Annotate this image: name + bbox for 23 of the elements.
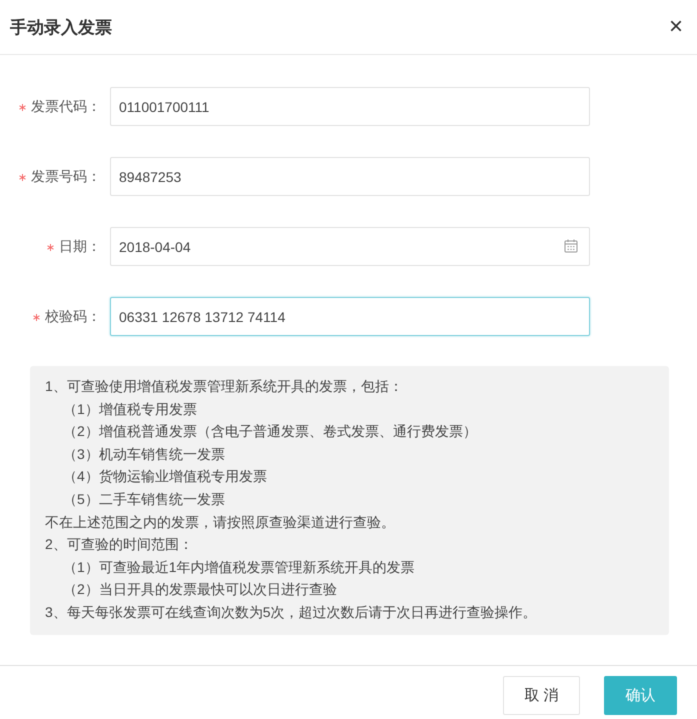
info-text: 不在上述范围之内的发票，请按照原查验渠道进行查验。: [45, 512, 396, 532]
input-field[interactable]: 06331 12678 13712 74114: [110, 297, 590, 336]
info-text: （1）可查验最近1年内增值税发票管理新系统开具的发票: [62, 558, 416, 577]
field-label: 日期：: [59, 238, 101, 256]
field-label: 发票号码：: [31, 168, 101, 186]
info-text: （3）机动车销售统一发票: [62, 444, 226, 464]
info-text: （4）货物运输业增值税专用发票: [62, 467, 268, 486]
info-text: （5）二手车销售统一发票: [62, 490, 226, 509]
info-text: 1、可查验使用增值税发票管理新系统开具的发票，包括：: [45, 377, 404, 396]
date-field[interactable]: 2018-04-04: [110, 227, 590, 266]
close-button[interactable]: ×: [664, 15, 687, 39]
info-text: 2、可查验的时间范围：: [45, 535, 194, 554]
cancel-button[interactable]: 取 消: [503, 676, 580, 715]
info-text: 3、每天每张发票可在线查询次数为5次，超过次数后请于次日再进行查验操作。: [45, 602, 538, 622]
info-text: （2）当日开具的发票最快可以次日进行查验: [62, 580, 338, 600]
info-text: （1）增值税专用发票: [62, 400, 198, 419]
info-text: （2）增值税普通发票（含电子普通发票、卷式发票、通行费发票）: [62, 422, 478, 442]
field-label: 校验码：: [45, 308, 101, 326]
input-field[interactable]: 89487253: [110, 157, 590, 196]
calendar-icon[interactable]: [564, 239, 578, 253]
dialog-title: 手动录入发票: [10, 16, 112, 38]
field-label: 发票代码：: [31, 98, 101, 116]
input-field[interactable]: 011001700111: [110, 87, 590, 126]
